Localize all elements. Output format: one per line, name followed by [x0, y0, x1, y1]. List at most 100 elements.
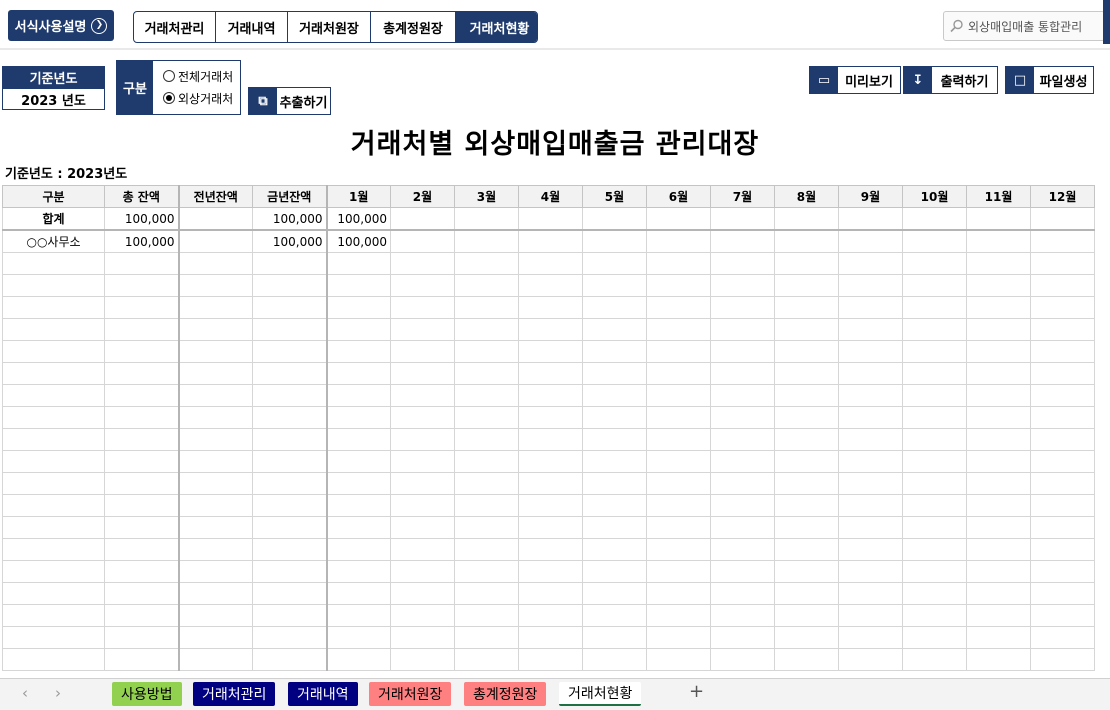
table-cell[interactable]: [390, 648, 455, 671]
table-cell[interactable]: [177, 362, 253, 385]
table-cell[interactable]: [252, 340, 327, 363]
table-cell[interactable]: [518, 648, 583, 671]
table-cell[interactable]: [177, 472, 253, 495]
table-cell[interactable]: [104, 604, 179, 627]
table-cell[interactable]: [2, 472, 105, 495]
table-cell[interactable]: [518, 450, 583, 473]
table-cell[interactable]: [252, 406, 327, 429]
table-cell[interactable]: [177, 604, 253, 627]
table-cell[interactable]: [902, 274, 967, 297]
table-cell[interactable]: [390, 252, 455, 275]
table-cell[interactable]: [838, 274, 903, 297]
table-cell[interactable]: [177, 384, 253, 407]
table-cell[interactable]: [966, 450, 1031, 473]
table-cell[interactable]: [252, 538, 327, 561]
table-cell[interactable]: [838, 296, 903, 319]
table-cell[interactable]: [646, 494, 711, 517]
table-cell[interactable]: [646, 340, 711, 363]
table-cell[interactable]: [710, 648, 775, 671]
table-cell[interactable]: [838, 318, 903, 341]
table-cell[interactable]: [902, 384, 967, 407]
table-cell[interactable]: [774, 252, 839, 275]
table-cell[interactable]: [2, 648, 105, 671]
table-cell[interactable]: [582, 626, 647, 649]
table-cell[interactable]: [390, 362, 455, 385]
table-cell[interactable]: [325, 604, 391, 627]
table-cell[interactable]: [518, 406, 583, 429]
table-cell[interactable]: [104, 428, 179, 451]
table-cell[interactable]: [2, 406, 105, 429]
table-cell[interactable]: [710, 252, 775, 275]
table-cell[interactable]: [710, 560, 775, 583]
table-cell[interactable]: 100,000: [325, 207, 391, 231]
table-cell[interactable]: [390, 494, 455, 517]
table-cell[interactable]: [774, 274, 839, 297]
table-cell[interactable]: [2, 516, 105, 539]
table-cell[interactable]: [582, 296, 647, 319]
table-cell[interactable]: [177, 406, 253, 429]
table-cell[interactable]: [325, 626, 391, 649]
table-cell[interactable]: [838, 516, 903, 539]
table-cell[interactable]: 100,000: [325, 229, 391, 253]
table-cell[interactable]: [582, 582, 647, 605]
table-cell[interactable]: [177, 516, 253, 539]
table-cell[interactable]: [838, 384, 903, 407]
table-cell[interactable]: [902, 207, 967, 231]
table-cell[interactable]: [966, 406, 1031, 429]
table-cell[interactable]: [710, 516, 775, 539]
table-cell[interactable]: [252, 626, 327, 649]
table-cell[interactable]: [1030, 516, 1095, 539]
table-cell[interactable]: [104, 406, 179, 429]
table-cell[interactable]: [1030, 340, 1095, 363]
table-cell[interactable]: [646, 252, 711, 275]
table-cell[interactable]: [1030, 626, 1095, 649]
table-cell[interactable]: [252, 252, 327, 275]
table-cell[interactable]: [518, 229, 583, 253]
table-cell[interactable]: [518, 626, 583, 649]
table-cell[interactable]: [518, 604, 583, 627]
table-cell[interactable]: [2, 604, 105, 627]
tab-general-ledger[interactable]: 총계정원장: [371, 12, 456, 42]
table-cell[interactable]: [454, 472, 519, 495]
table-cell[interactable]: [646, 626, 711, 649]
table-cell[interactable]: [390, 318, 455, 341]
table-cell[interactable]: [390, 207, 455, 231]
table-cell[interactable]: [774, 626, 839, 649]
table-cell[interactable]: [2, 362, 105, 385]
table-cell[interactable]: [518, 582, 583, 605]
table-cell[interactable]: [966, 472, 1031, 495]
extract-button[interactable]: ⧉ 추출하기: [248, 87, 331, 115]
table-cell[interactable]: [390, 274, 455, 297]
table-cell[interactable]: [454, 604, 519, 627]
table-cell[interactable]: [774, 538, 839, 561]
table-cell[interactable]: [325, 428, 391, 451]
table-cell[interactable]: [582, 516, 647, 539]
table-cell[interactable]: [104, 516, 179, 539]
table-cell[interactable]: [902, 296, 967, 319]
table-cell[interactable]: [966, 648, 1031, 671]
table-cell[interactable]: [646, 406, 711, 429]
table-cell[interactable]: [902, 229, 967, 253]
table-cell[interactable]: [774, 318, 839, 341]
table-cell[interactable]: [582, 560, 647, 583]
table-cell[interactable]: [2, 450, 105, 473]
table-cell[interactable]: [252, 582, 327, 605]
table-cell[interactable]: [838, 406, 903, 429]
table-cell[interactable]: [104, 450, 179, 473]
table-cell[interactable]: [177, 252, 253, 275]
table-cell[interactable]: [518, 318, 583, 341]
table-cell[interactable]: [390, 604, 455, 627]
table-cell[interactable]: [966, 626, 1031, 649]
table-cell[interactable]: [325, 516, 391, 539]
table-cell[interactable]: 100,000: [252, 207, 327, 231]
table-cell[interactable]: [966, 516, 1031, 539]
table-cell[interactable]: [1030, 538, 1095, 561]
table-cell[interactable]: [902, 318, 967, 341]
table-cell[interactable]: [582, 318, 647, 341]
table-cell[interactable]: [390, 450, 455, 473]
table-cell[interactable]: [710, 538, 775, 561]
table-cell[interactable]: 100,000: [104, 229, 179, 253]
table-cell[interactable]: [710, 626, 775, 649]
table-cell[interactable]: [1030, 494, 1095, 517]
table-cell[interactable]: [774, 516, 839, 539]
